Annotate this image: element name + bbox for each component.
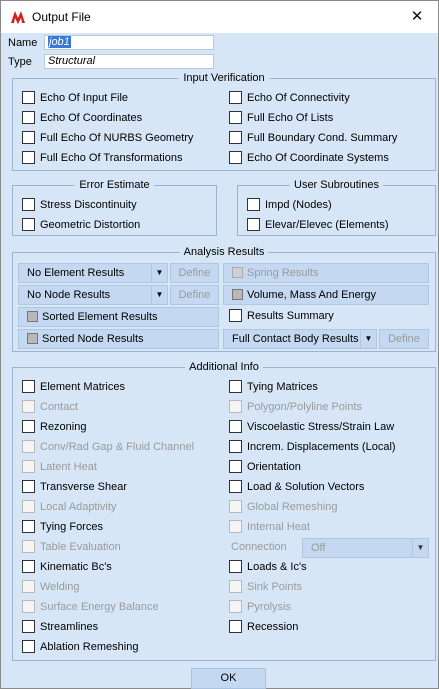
element-define-button[interactable]: Define xyxy=(170,263,219,283)
chevron-down-icon: ▼ xyxy=(412,539,428,557)
polygon-polyline-points-checkbox[interactable]: Polygon/Polyline Points xyxy=(229,400,362,416)
table-evaluation-checkbox[interactable]: Table Evaluation xyxy=(22,540,121,556)
full-echo-transformations-checkbox[interactable]: Full Echo Of Transformations xyxy=(22,151,182,167)
full-boundary-cond-checkbox[interactable]: Full Boundary Cond. Summary xyxy=(229,131,397,147)
connection-label: Connection xyxy=(231,541,287,553)
type-field: Structural xyxy=(44,54,214,69)
contact-checkbox[interactable]: Contact xyxy=(22,400,78,416)
orientation-checkbox[interactable]: Orientation xyxy=(229,460,301,476)
output-file-dialog: Output File ✕ Name job1 Type Structural … xyxy=(0,0,439,689)
echo-coordinates-checkbox[interactable]: Echo Of Coordinates xyxy=(22,111,142,127)
sorted-element-results-toggle[interactable]: Sorted Element Results xyxy=(18,307,219,327)
input-verification-group: Input Verification Echo Of Input File Ec… xyxy=(12,72,436,171)
viscoelastic-stress-checkbox[interactable]: Viscoelastic Stress/Strain Law xyxy=(229,420,394,436)
streamlines-checkbox[interactable]: Streamlines xyxy=(22,620,98,636)
additional-info-title: Additional Info xyxy=(185,361,263,373)
impd-nodes-checkbox[interactable]: Impd (Nodes) xyxy=(247,198,332,214)
spring-results-toggle[interactable]: Spring Results xyxy=(223,263,429,283)
geometric-distortion-checkbox[interactable]: Geometric Distortion xyxy=(22,218,140,234)
echo-input-file-checkbox[interactable]: Echo Of Input File xyxy=(22,91,128,107)
global-remeshing-checkbox[interactable]: Global Remeshing xyxy=(229,500,338,516)
close-icon[interactable]: ✕ xyxy=(402,4,432,30)
error-estimate-group: Error Estimate Stress Discontinuity Geom… xyxy=(12,179,217,236)
latent-heat-checkbox[interactable]: Latent Heat xyxy=(22,460,97,476)
title-bar: Output File ✕ xyxy=(1,1,438,33)
input-verification-title: Input Verification xyxy=(179,72,269,84)
loads-ics-checkbox[interactable]: Loads & Ic's xyxy=(229,560,307,576)
sink-points-checkbox[interactable]: Sink Points xyxy=(229,580,302,596)
echo-coordinate-systems-checkbox[interactable]: Echo Of Coordinate Systems xyxy=(229,151,389,167)
transverse-shear-checkbox[interactable]: Transverse Shear xyxy=(22,480,127,496)
name-value: job1 xyxy=(48,36,71,48)
full-echo-lists-checkbox[interactable]: Full Echo Of Lists xyxy=(229,111,333,127)
recession-checkbox[interactable]: Recession xyxy=(229,620,298,636)
node-results-dropdown[interactable]: No Node Results ▼ xyxy=(18,285,168,305)
volume-mass-energy-toggle[interactable]: Volume, Mass And Energy xyxy=(223,285,429,305)
results-summary-checkbox[interactable]: Results Summary xyxy=(229,309,334,325)
user-subroutines-title: User Subroutines xyxy=(290,179,383,191)
welding-checkbox[interactable]: Welding xyxy=(22,580,80,596)
load-solution-vectors-checkbox[interactable]: Load & Solution Vectors xyxy=(229,480,364,496)
additional-info-group: Additional Info Element Matrices Tying M… xyxy=(12,361,436,661)
name-field[interactable]: job1 xyxy=(44,35,214,50)
pyrolysis-checkbox[interactable]: Pyrolysis xyxy=(229,600,291,616)
analysis-results-title: Analysis Results xyxy=(179,246,269,258)
contact-define-button[interactable]: Define xyxy=(379,329,429,349)
full-echo-nurbs-checkbox[interactable]: Full Echo Of NURBS Geometry xyxy=(22,131,193,147)
tying-matrices-checkbox[interactable]: Tying Matrices xyxy=(229,380,318,396)
ablation-remeshing-checkbox[interactable]: Ablation Remeshing xyxy=(22,640,138,656)
chevron-down-icon: ▼ xyxy=(151,264,167,282)
name-label: Name xyxy=(8,37,38,49)
node-define-button[interactable]: Define xyxy=(170,285,219,305)
element-results-dropdown[interactable]: No Element Results ▼ xyxy=(18,263,168,283)
rezoning-checkbox[interactable]: Rezoning xyxy=(22,420,86,436)
echo-connectivity-checkbox[interactable]: Echo Of Connectivity xyxy=(229,91,350,107)
internal-heat-checkbox[interactable]: Internal Heat xyxy=(229,520,310,536)
chevron-down-icon: ▼ xyxy=(151,286,167,304)
local-adaptivity-checkbox[interactable]: Local Adaptivity xyxy=(22,500,116,516)
conv-rad-gap-checkbox[interactable]: Conv/Rad Gap & Fluid Channel xyxy=(22,440,194,456)
ok-button[interactable]: OK xyxy=(191,668,266,689)
stress-discontinuity-checkbox[interactable]: Stress Discontinuity xyxy=(22,198,137,214)
contact-body-results-dropdown[interactable]: Full Contact Body Results ▼ xyxy=(223,329,377,349)
sorted-node-results-toggle[interactable]: Sorted Node Results xyxy=(18,329,219,349)
elevar-elevec-checkbox[interactable]: Elevar/Elevec (Elements) xyxy=(247,218,389,234)
window-title: Output File xyxy=(32,10,91,24)
increm-displacements-checkbox[interactable]: Increm. Displacements (Local) xyxy=(229,440,396,456)
connection-dropdown[interactable]: Off ▼ xyxy=(302,538,429,558)
user-subroutines-group: User Subroutines Impd (Nodes) Elevar/Ele… xyxy=(237,179,436,236)
app-icon xyxy=(11,11,25,24)
chevron-down-icon: ▼ xyxy=(360,330,376,348)
kinematic-bcs-checkbox[interactable]: Kinematic Bc's xyxy=(22,560,112,576)
type-label: Type xyxy=(8,56,32,68)
surface-energy-balance-checkbox[interactable]: Surface Energy Balance xyxy=(22,600,159,616)
error-estimate-title: Error Estimate xyxy=(75,179,154,191)
tying-forces-checkbox[interactable]: Tying Forces xyxy=(22,520,103,536)
element-matrices-checkbox[interactable]: Element Matrices xyxy=(22,380,125,396)
